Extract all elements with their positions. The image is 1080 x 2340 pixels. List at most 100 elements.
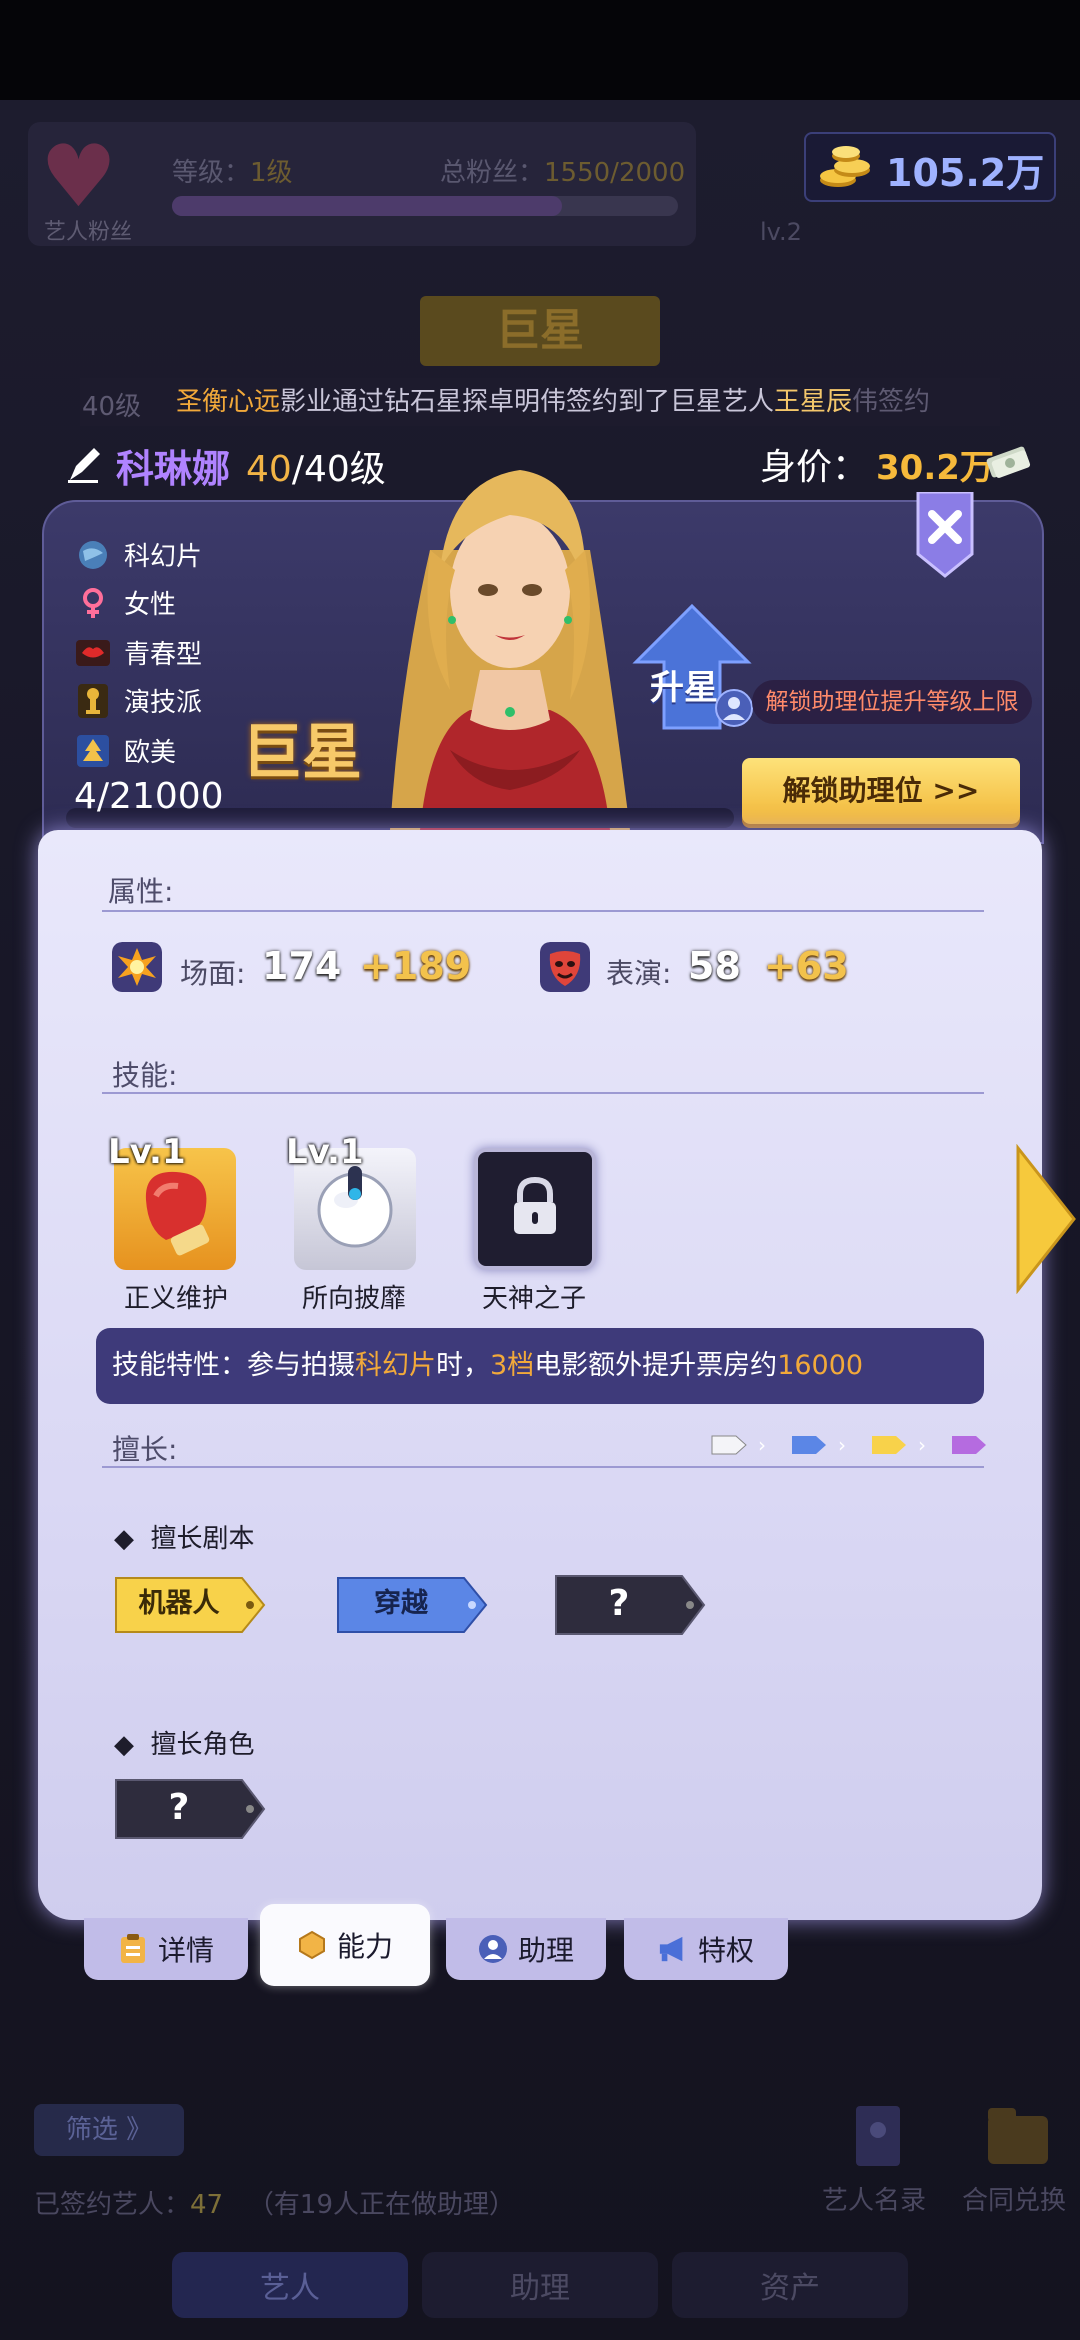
tab-ability[interactable]: 能力 (260, 1904, 430, 1986)
coin-value: 105.2万 (886, 151, 1045, 195)
nav-artists[interactable]: 艺人 (172, 2252, 408, 2318)
contract-label[interactable]: 合同兑换 (962, 2180, 1066, 2217)
script-tag-unknown[interactable]: ? (554, 1578, 684, 1630)
tag-rarity-legend: › › › (711, 1433, 986, 1457)
nav-assistants-label: 助理 (510, 2271, 570, 2306)
globe-icon (76, 538, 110, 572)
assistant-icon (478, 1934, 508, 1964)
mask-icon (540, 942, 590, 992)
female-icon (76, 586, 110, 620)
tab-privilege-label: 特权 (697, 1934, 754, 1967)
nav-artists-label: 艺人 (260, 2271, 320, 2306)
tab-ability-label: 能力 (336, 1930, 393, 1963)
hearts-icon: ♥ (40, 127, 118, 227)
skill-3-name: 天神之子 (481, 1284, 586, 1314)
skill-2-name: 所向披靡 (301, 1284, 406, 1314)
total-fans-label: 总粉丝：1550/2000 (440, 152, 685, 189)
trait-value: 16000 (777, 1350, 864, 1381)
level-label: 等级：1级 (172, 152, 293, 189)
marquee-text: 影业通过钻石星探卓明伟签约到了巨星艺人 (280, 387, 775, 417)
filter-button[interactable]: 筛选 》 (34, 2104, 184, 2156)
tag-type-label: 青春型 (124, 640, 203, 670)
roster-book-icon[interactable] (826, 2100, 926, 2180)
status-bar (0, 0, 1080, 100)
script-tag-robot[interactable]: 机器人 (114, 1578, 244, 1630)
attributes-title: 属性: (108, 875, 174, 908)
role-title-text: 擅长角色 (150, 1730, 255, 1760)
lips-icon (76, 636, 110, 670)
tab-assistant-label: 助理 (517, 1934, 574, 1967)
roster-label[interactable]: 艺人名录 (822, 2180, 926, 2217)
helmet-ball-icon (317, 1166, 393, 1248)
money-icon (986, 446, 1031, 478)
tag-style: 演技派 (76, 682, 202, 719)
tab-privilege[interactable]: 特权 (624, 1918, 788, 1980)
tab-details-label: 详情 (157, 1934, 214, 1967)
script-tag-timetravel[interactable]: 穿越 (336, 1578, 466, 1630)
trait-mid2: 电影额外提升票房约 (534, 1350, 778, 1381)
marquee-player: 圣衡心远 (176, 387, 281, 417)
explosion-icon (112, 942, 162, 992)
next-page-arrow-icon[interactable] (1012, 1144, 1080, 1294)
tag-genre-label: 科幻片 (124, 542, 203, 572)
signed-artists: 已签约艺人：47 （有19人正在做助理） (34, 2184, 515, 2221)
nav-assets[interactable]: 资产 (672, 2252, 908, 2318)
marquee-prefix: 40级 (82, 392, 142, 422)
unlock-assistant-button[interactable]: 解锁助理位 >> (742, 758, 1020, 824)
specialty-title: 擅长: (112, 1433, 178, 1466)
worth-label: 身价： (760, 447, 869, 488)
worth-value: 30.2万 (876, 448, 994, 488)
boxing-glove-icon (145, 1171, 210, 1256)
skill-1-level: Lv.1 (108, 1132, 186, 1172)
artist-level-current: 40 (246, 449, 292, 490)
contract-folder-icon[interactable] (966, 2100, 1066, 2180)
nav-assets-label: 资产 (760, 2271, 820, 2306)
studio-level: lv.2 (760, 218, 802, 246)
script-title: ◆ 擅长剧本 (114, 1524, 255, 1554)
tag-style-label: 演技派 (124, 688, 203, 718)
skill-1-name: 正义维护 (123, 1284, 228, 1314)
megaphone-icon (658, 1934, 688, 1964)
artist-name: 科琳娜 (116, 447, 231, 491)
nav-assistants[interactable]: 助理 (422, 2252, 658, 2318)
specialty-divider (102, 1466, 984, 1468)
skill-trait-bar: 技能特性：参与拍摄科幻片时，3档电影额外提升票房约16000 (96, 1328, 984, 1404)
exp-text: 4/21000 (74, 776, 224, 817)
marquee-suffix: 伟签约 (852, 387, 931, 417)
skill-2-level: Lv.1 (286, 1132, 364, 1172)
role-title: ◆ 擅长角色 (114, 1730, 255, 1760)
trait-mid1: 时， (436, 1350, 490, 1381)
signed-label: 已签约艺人： (34, 2190, 191, 2220)
fan-panel-label: 艺人粉丝 (44, 220, 133, 245)
close-icon[interactable] (914, 492, 976, 578)
role-tag-unknown[interactable]: ? (114, 1782, 244, 1834)
assistant-badge-icon (715, 689, 753, 727)
fans-progress-fill (172, 196, 562, 216)
tab-details[interactable]: 详情 (84, 1918, 248, 1980)
level-label-text: 等级： (172, 158, 251, 188)
rename-pen-icon[interactable] (66, 444, 102, 484)
hexagon-icon (297, 1930, 327, 1960)
clipboard-icon (118, 1934, 148, 1964)
script-title-text: 擅长剧本 (150, 1524, 255, 1554)
gold-coins-icon (820, 146, 870, 187)
tag-gender-label: 女性 (124, 590, 177, 620)
level-value: 1级 (250, 158, 293, 188)
tree-icon (76, 734, 110, 768)
tag-region-label: 欧美 (124, 738, 177, 768)
svg-text:›: › (918, 1433, 926, 1457)
attr-scene-base: 174 (262, 944, 342, 988)
tag-region: 欧美 (76, 732, 176, 769)
skills-divider (102, 1092, 984, 1094)
upstar-label[interactable]: 升星 (650, 660, 718, 709)
artist-portrait (390, 470, 630, 830)
attr-acting-base: 58 (688, 944, 741, 988)
rank-badge: 巨星 (242, 718, 362, 788)
signed-note: （有19人正在做助理） (247, 2190, 515, 2220)
news-marquee: 圣衡心远影业通过钻石星探卓明伟签约到了巨星艺人王星辰伟签约 (80, 378, 1000, 426)
trait-genre: 科幻片 (355, 1350, 436, 1381)
svg-text:›: › (838, 1433, 846, 1457)
top-banner: 巨星 (420, 296, 660, 366)
tab-assistant[interactable]: 助理 (446, 1918, 606, 1980)
total-fans-value: 1550/2000 (544, 158, 686, 188)
